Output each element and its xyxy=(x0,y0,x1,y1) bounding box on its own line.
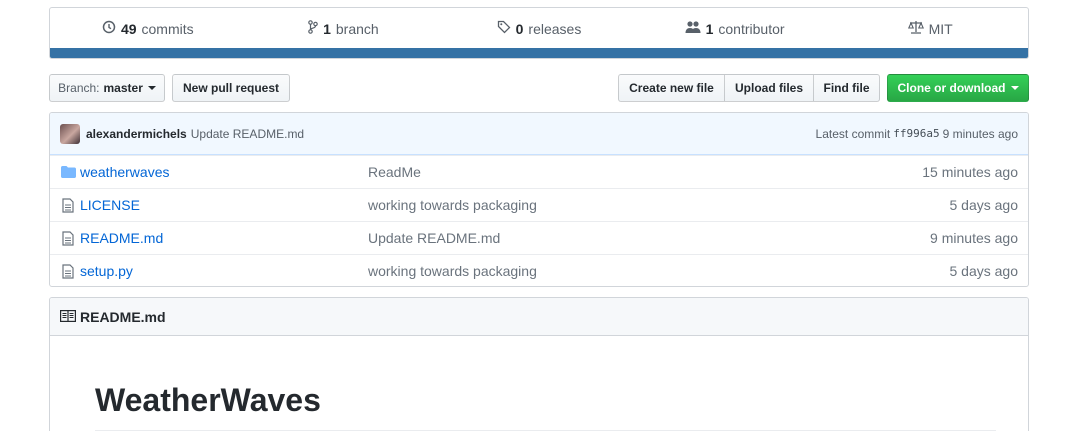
folder-icon xyxy=(60,166,76,178)
commits-count: 49 xyxy=(120,20,137,37)
readme-filename: README.md xyxy=(80,308,166,325)
branches-count: 1 xyxy=(323,20,331,37)
git-branch-icon xyxy=(308,20,318,37)
people-icon xyxy=(685,20,701,37)
branch-select-button[interactable]: Branch: master xyxy=(49,74,165,102)
caret-down-icon xyxy=(1010,86,1019,90)
table-row: weatherwaves ReadMe 15 minutes ago xyxy=(50,155,1028,188)
file-age: 15 minutes ago xyxy=(922,164,1018,180)
commit-age: 9 minutes ago xyxy=(942,126,1018,141)
license-label: MIT xyxy=(928,20,953,37)
commits-label: commits xyxy=(141,20,194,37)
releases-count: 0 xyxy=(515,20,524,37)
commit-author[interactable]: alexandermichels xyxy=(86,127,187,141)
commit-message[interactable]: Update README.md xyxy=(191,127,304,141)
latest-commit-label: Latest commit xyxy=(815,126,891,141)
tag-icon xyxy=(497,20,511,37)
language-bar xyxy=(50,48,1028,58)
file-icon xyxy=(60,263,76,279)
file-name[interactable]: setup.py xyxy=(80,263,368,279)
clone-download-button[interactable]: Clone or download xyxy=(887,74,1029,102)
file-commit-message[interactable]: working towards packaging xyxy=(368,263,950,279)
upload-files-button[interactable]: Upload files xyxy=(724,74,814,102)
releases-label: releases xyxy=(528,20,582,37)
license-link[interactable]: MIT xyxy=(832,20,1028,37)
contributors-count: 1 xyxy=(705,20,714,37)
file-actions-group: Create new file Upload files Find file xyxy=(618,74,880,102)
branches-link[interactable]: 1 branch xyxy=(246,20,442,37)
file-list: alexandermichels Update README.md Latest… xyxy=(49,112,1029,287)
file-commit-message[interactable]: ReadMe xyxy=(368,164,922,180)
branch-name: master xyxy=(103,81,143,95)
commits-link[interactable]: 49 commits xyxy=(50,20,246,37)
create-new-file-button[interactable]: Create new file xyxy=(618,74,725,102)
file-age: 9 minutes ago xyxy=(930,230,1018,246)
file-commit-message[interactable]: Update README.md xyxy=(368,230,930,246)
readme-header: README.md xyxy=(50,298,1028,336)
releases-link[interactable]: 0 releases xyxy=(441,20,637,37)
file-name[interactable]: README.md xyxy=(80,230,368,246)
history-icon xyxy=(102,20,116,37)
file-name[interactable]: LICENSE xyxy=(80,197,368,213)
table-row: setup.py working towards packaging 5 day… xyxy=(50,254,1028,286)
file-icon xyxy=(60,230,76,246)
file-age: 5 days ago xyxy=(949,263,1019,279)
law-icon xyxy=(907,20,924,37)
repo-summary: 49 commits 1 branch 0 releases 1 contrib… xyxy=(49,7,1029,59)
file-name[interactable]: weatherwaves xyxy=(80,164,368,180)
branch-prefix: Branch: xyxy=(58,81,100,95)
book-icon xyxy=(60,309,77,325)
file-icon xyxy=(60,197,76,213)
find-file-button[interactable]: Find file xyxy=(813,74,880,102)
new-pull-request-button[interactable]: New pull request xyxy=(172,74,290,102)
file-age: 5 days ago xyxy=(949,197,1019,213)
commit-sha[interactable]: ff996a5 xyxy=(893,127,939,140)
branches-label: branch xyxy=(335,20,379,37)
table-row: README.md Update README.md 9 minutes ago xyxy=(50,221,1028,254)
avatar[interactable] xyxy=(60,123,80,144)
clone-label: Clone or download xyxy=(897,81,1006,95)
contributors-link[interactable]: 1 contributor xyxy=(637,20,833,37)
readme-title: WeatherWaves xyxy=(95,382,321,418)
table-row: LICENSE working towards packaging 5 days… xyxy=(50,188,1028,221)
readme-panel: README.md WeatherWaves xyxy=(49,297,1029,431)
caret-down-icon xyxy=(147,86,156,90)
file-commit-message[interactable]: working towards packaging xyxy=(368,197,950,213)
contributors-label: contributor xyxy=(718,20,785,37)
latest-commit-bar: alexandermichels Update README.md Latest… xyxy=(50,113,1028,155)
